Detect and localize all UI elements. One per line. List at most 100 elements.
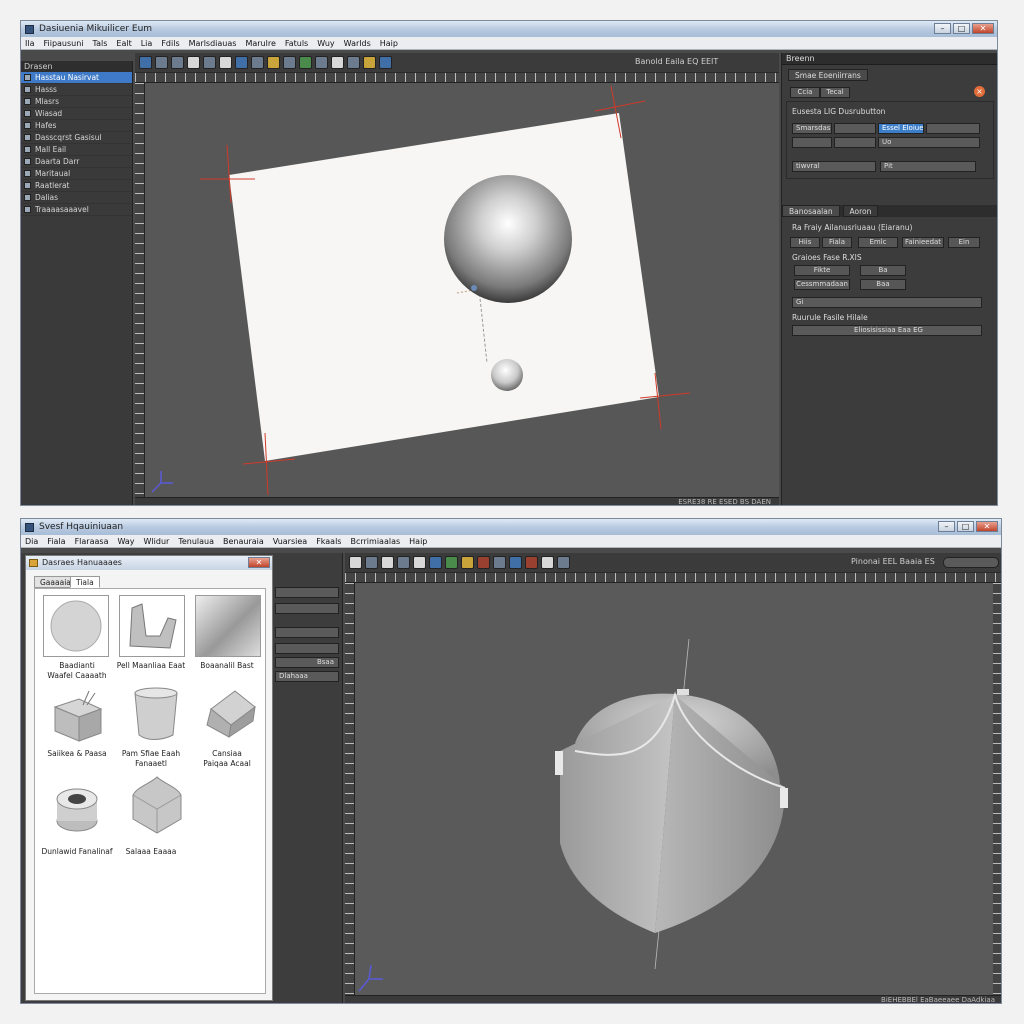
- menu-item[interactable]: Warlds: [344, 39, 371, 48]
- outliner-item[interactable]: Dalias: [21, 192, 132, 204]
- side-dropdown[interactable]: [275, 643, 339, 654]
- menu-item[interactable]: Fatuls: [285, 39, 308, 48]
- menu-item[interactable]: Dia: [25, 537, 38, 546]
- dropdown[interactable]: tiwvral: [792, 161, 876, 172]
- tab-scene[interactable]: Smae Eoeniirrans: [788, 69, 868, 81]
- tab-output[interactable]: Aoron: [842, 205, 879, 217]
- menu-item[interactable]: Haip: [380, 39, 398, 48]
- sphere-icon[interactable]: [493, 556, 506, 569]
- ccia-button[interactable]: Ccia: [790, 87, 820, 98]
- panel-button[interactable]: Ba: [860, 265, 906, 276]
- light-icon[interactable]: [267, 56, 280, 69]
- material-thumbnail[interactable]: [195, 595, 261, 657]
- panel-button[interactable]: Fiala: [822, 237, 852, 248]
- title-bar[interactable]: Dasiuenia Mikuilicer Eum – □ ✕: [21, 21, 997, 37]
- outliner-item[interactable]: Mlasrs: [21, 96, 132, 108]
- texture-icon[interactable]: [509, 556, 522, 569]
- field[interactable]: [926, 123, 980, 134]
- outliner-item[interactable]: Daarta Darr: [21, 156, 132, 168]
- menu-item[interactable]: Fiala: [47, 537, 65, 546]
- menu-item[interactable]: Benauraia: [223, 537, 264, 546]
- side-dropdown[interactable]: [275, 627, 339, 638]
- menu-item[interactable]: Ealt: [116, 39, 131, 48]
- outliner-item[interactable]: Maritaual: [21, 168, 132, 180]
- material-icon[interactable]: [251, 56, 264, 69]
- outliner-item[interactable]: Raatlerat: [21, 180, 132, 192]
- panel-button[interactable]: Ein: [948, 237, 980, 248]
- camera-icon[interactable]: [219, 56, 232, 69]
- layers-icon[interactable]: [331, 56, 344, 69]
- menu-item[interactable]: Tenulaua: [178, 537, 214, 546]
- funnel-icon[interactable]: [363, 56, 376, 69]
- menu-item[interactable]: Way: [117, 537, 134, 546]
- brush-icon[interactable]: [299, 56, 312, 69]
- search-field[interactable]: [943, 557, 999, 568]
- material-thumbnail[interactable]: [127, 775, 187, 840]
- material-thumbnail[interactable]: [43, 595, 109, 657]
- outliner-item[interactable]: Traaaasaaavel: [21, 204, 132, 216]
- menu-item[interactable]: Vuarsiea: [273, 537, 307, 546]
- material-thumbnail[interactable]: [127, 685, 183, 746]
- select-tool-icon[interactable]: [139, 56, 152, 69]
- menu-item[interactable]: Flaraasa: [75, 537, 109, 546]
- maximize-button[interactable]: □: [953, 23, 970, 34]
- pen-icon[interactable]: [397, 556, 410, 569]
- close-button[interactable]: ✕: [976, 521, 998, 532]
- menu-item[interactable]: Fiipausuni: [43, 39, 83, 48]
- outliner-item[interactable]: Wiasad: [21, 108, 132, 120]
- slider-field[interactable]: Gi: [792, 297, 982, 308]
- field[interactable]: Smarsdas: [792, 123, 832, 134]
- 3d-viewport[interactable]: [145, 83, 779, 497]
- menu-item[interactable]: Lia: [141, 39, 153, 48]
- material-thumbnail[interactable]: [201, 685, 259, 744]
- render-icon[interactable]: [429, 556, 442, 569]
- layers-icon[interactable]: [413, 556, 426, 569]
- menu-item[interactable]: Tals: [93, 39, 108, 48]
- tab-render[interactable]: Banosaalan: [782, 205, 840, 217]
- dropdown[interactable]: Eliosisissiaa Eaa EG: [792, 325, 982, 336]
- globe-icon[interactable]: [445, 556, 458, 569]
- maximize-button[interactable]: □: [957, 521, 974, 532]
- material-thumbnail[interactable]: [53, 781, 101, 840]
- panel-button[interactable]: Fikte: [794, 265, 850, 276]
- minimize-button[interactable]: –: [938, 521, 955, 532]
- field[interactable]: [834, 123, 876, 134]
- tab-tiles[interactable]: Tiala: [70, 576, 100, 588]
- outliner-item[interactable]: Hasss: [21, 84, 132, 96]
- render-icon[interactable]: [235, 56, 248, 69]
- field[interactable]: Uo: [878, 137, 980, 148]
- close-button[interactable]: ✕: [972, 23, 994, 34]
- rotate-tool-icon[interactable]: [171, 56, 184, 69]
- panel-button[interactable]: Baa: [860, 279, 906, 290]
- tecal-button[interactable]: Tecal: [820, 87, 850, 98]
- menu-item[interactable]: Wlidur: [144, 537, 170, 546]
- menu-item[interactable]: Wuy: [317, 39, 334, 48]
- mesh-icon[interactable]: [315, 56, 328, 69]
- grid-tool-icon[interactable]: [365, 556, 378, 569]
- move-tool-icon[interactable]: [155, 56, 168, 69]
- snap-icon[interactable]: [347, 56, 360, 69]
- slider-field[interactable]: Pit: [880, 161, 976, 172]
- outliner-item[interactable]: Dasscqrst Gasisul: [21, 132, 132, 144]
- panel-button[interactable]: Fainieedat: [902, 237, 944, 248]
- side-dropdown[interactable]: [275, 587, 339, 598]
- material-icon[interactable]: [477, 556, 490, 569]
- outliner-item[interactable]: Hafes: [21, 120, 132, 132]
- dialog-title-bar[interactable]: Dasraes Hanuaaaes ✕: [26, 556, 272, 570]
- light-icon[interactable]: [461, 556, 474, 569]
- dialog-close-button[interactable]: ✕: [248, 557, 270, 568]
- material-thumbnail[interactable]: [49, 687, 105, 746]
- material-thumbnail[interactable]: [119, 595, 185, 657]
- menu-item[interactable]: Haip: [409, 537, 427, 546]
- window-icon[interactable]: [379, 56, 392, 69]
- monitor-icon[interactable]: [557, 556, 570, 569]
- cube-icon[interactable]: [349, 556, 362, 569]
- panel-button[interactable]: Emlc: [858, 237, 898, 248]
- side-dropdown[interactable]: [275, 603, 339, 614]
- menu-item[interactable]: Fdils: [161, 39, 179, 48]
- title-bar[interactable]: Svesf Hqauiniuaan – □ ✕: [21, 519, 1001, 535]
- menu-item[interactable]: Marulre: [245, 39, 275, 48]
- window-icon[interactable]: [541, 556, 554, 569]
- camera-icon[interactable]: [381, 556, 394, 569]
- menu-item[interactable]: Fkaals: [316, 537, 341, 546]
